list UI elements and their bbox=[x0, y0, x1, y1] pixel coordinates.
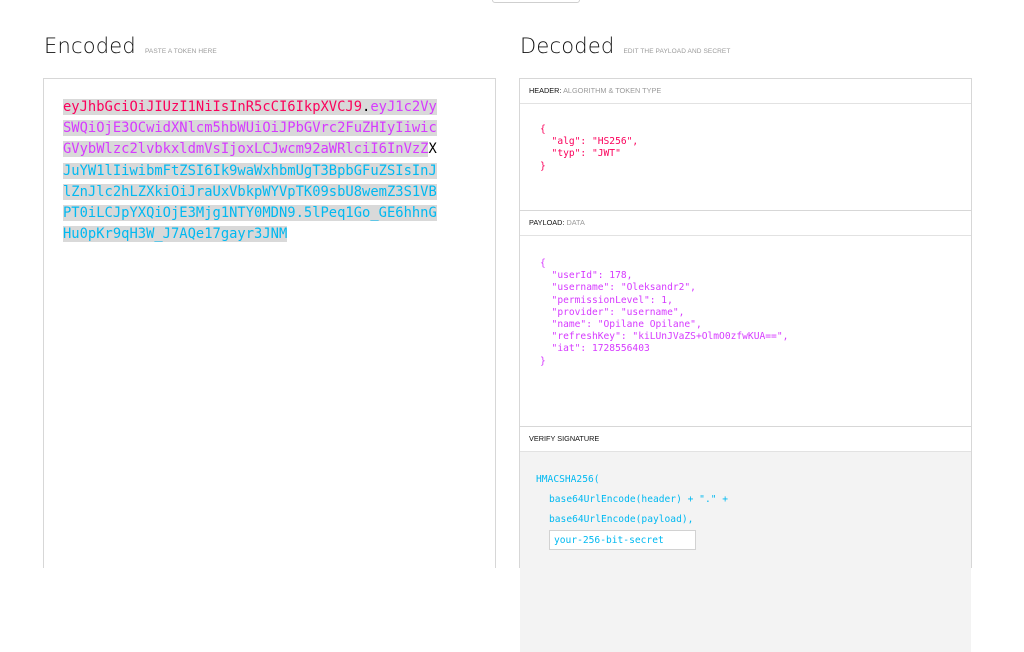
header-sublabel: ALGORITHM & TOKEN TYPE bbox=[563, 86, 662, 95]
token-payload-signature-segment: JuYW1lIiwibmFtZSI6Ik9waWxhbmUgT3BpbGFuZS… bbox=[63, 162, 437, 243]
header-encode-line: base64UrlEncode(header) + "." + bbox=[549, 494, 729, 505]
decoded-heading: Decoded EDIT THE PAYLOAD AND SECRET bbox=[520, 34, 730, 58]
header-editor[interactable]: { "alg": "HS256", "typ": "JWT" } bbox=[520, 104, 971, 210]
payload-label: PAYLOAD: bbox=[529, 218, 565, 227]
hmac-function-line: HMACSHA256( bbox=[536, 474, 600, 485]
decoded-title: Decoded bbox=[520, 34, 615, 58]
token-header-segment: eyJhbGciOiJIUzI1NiIsInR5cCI6IkpXVCJ9 bbox=[63, 99, 363, 115]
top-button[interactable] bbox=[492, 0, 580, 3]
encoded-hint: PASTE A TOKEN HERE bbox=[144, 48, 217, 55]
payload-sublabel: DATA bbox=[566, 218, 585, 227]
payload-editor[interactable]: { "userId": 178, "username": "Oleksandr2… bbox=[520, 236, 971, 426]
secret-input[interactable] bbox=[549, 530, 696, 550]
text-cursor-char: X bbox=[428, 141, 437, 158]
encoded-heading: Encoded PASTE A TOKEN HERE bbox=[44, 34, 217, 58]
verify-signature-body: HMACSHA256( base64UrlEncode(header) + ".… bbox=[520, 452, 971, 652]
header-section-title: HEADER: ALGORITHM & TOKEN TYPE bbox=[520, 79, 971, 104]
token-text[interactable]: eyJhbGciOiJIUzI1NiIsInR5cCI6IkpXVCJ9.eyJ… bbox=[63, 97, 437, 245]
verify-section-title: VERIFY SIGNATURE bbox=[520, 426, 971, 452]
header-json[interactable]: { "alg": "HS256", "typ": "JWT" } bbox=[520, 124, 971, 173]
payload-section-title: PAYLOAD: DATA bbox=[520, 210, 971, 236]
encoded-title: Encoded bbox=[44, 34, 136, 58]
verify-label: VERIFY SIGNATURE bbox=[529, 434, 600, 443]
decoded-hint: EDIT THE PAYLOAD AND SECRET bbox=[623, 48, 731, 55]
encoded-token-editor[interactable]: eyJhbGciOiJIUzI1NiIsInR5cCI6IkpXVCJ9.eyJ… bbox=[43, 78, 496, 568]
payload-json[interactable]: { "userId": 178, "username": "Oleksandr2… bbox=[520, 258, 971, 368]
header-label: HEADER: bbox=[529, 86, 562, 95]
decoded-panel: HEADER: ALGORITHM & TOKEN TYPE { "alg": … bbox=[519, 78, 972, 652]
payload-encode-line: base64UrlEncode(payload), bbox=[549, 514, 694, 525]
